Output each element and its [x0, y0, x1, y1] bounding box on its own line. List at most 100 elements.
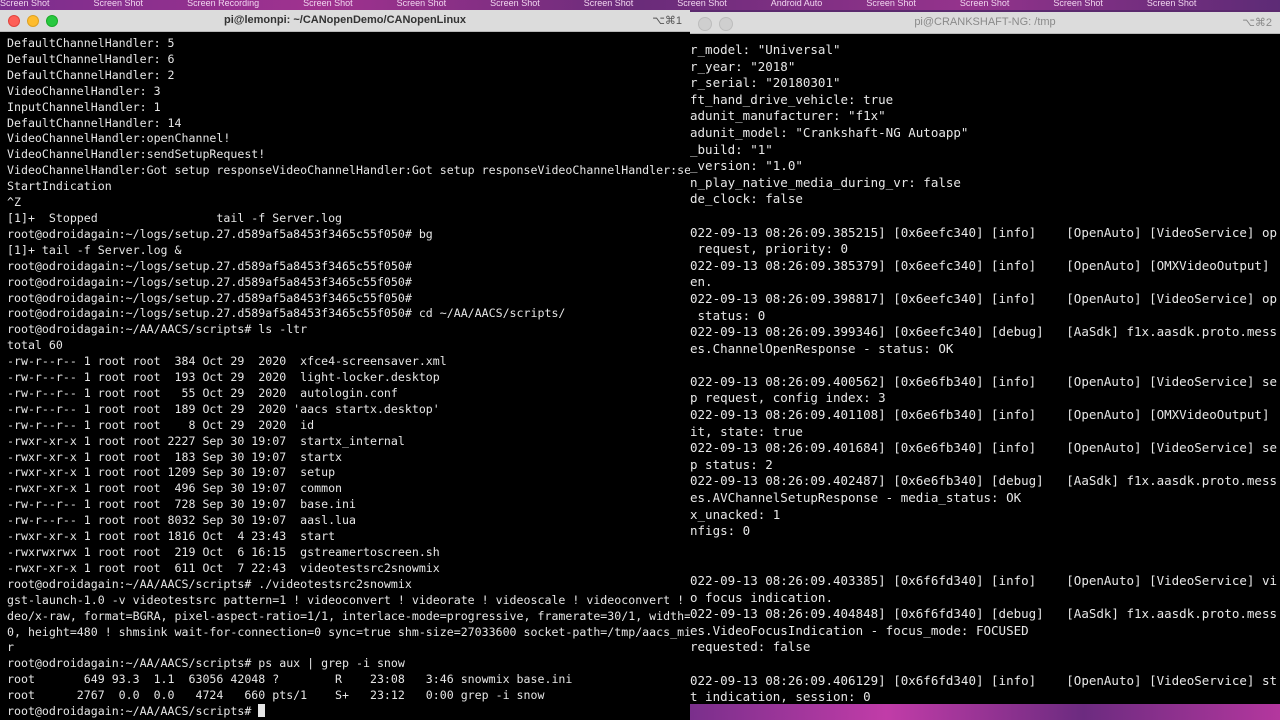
- terminal-line: -rwxr-xr-x 1 root root 496 Sep 30 19:07 …: [7, 481, 343, 496]
- titlebar[interactable]: pi@lemonpi: ~/CANopenDemo/CANopenLinux ⌥…: [0, 10, 690, 32]
- terminal-line: -rw-r--r-- 1 root root 55 Oct 29 2020 au…: [7, 385, 398, 400]
- desktop-file-label[interactable]: Screen Shot: [1053, 0, 1103, 8]
- terminal-line: StartIndication: [7, 179, 112, 194]
- terminal-line: _version: "1.0": [690, 158, 803, 174]
- terminal-line: VideoChannelHandler:openChannel!: [7, 131, 231, 146]
- desktop-file-label[interactable]: Android Auto: [771, 0, 823, 8]
- terminal-line: r: [7, 640, 14, 655]
- terminal-line: r_serial: "20180301": [690, 75, 841, 91]
- terminal-line: -rwxr-xr-x 1 root root 611 Oct 7 22:43 v…: [7, 560, 440, 575]
- terminal-line: -rwxrwxrwx 1 root root 219 Oct 6 16:15 g…: [7, 545, 440, 559]
- terminal-line: 022-09-13 08:26:09.398817] [0x6eefc340] …: [690, 290, 1277, 306]
- terminal-line: 0, height=480 ! shmsink wait-for-connect…: [7, 624, 690, 639]
- terminal-line: 022-09-13 08:26:09.406129] [0x6f6fd340] …: [690, 672, 1277, 688]
- window-title: pi@CRANKSHAFT-NG: /tmp: [914, 16, 1056, 28]
- desktop-file-label[interactable]: Screen Shot: [0, 0, 50, 8]
- terminal-line: es.ChannelOpenResponse - status: OK: [690, 340, 954, 356]
- terminal-line: -rw-r--r-- 1 root root 193 Oct 29 2020 l…: [7, 370, 440, 385]
- terminal-line: -rw-r--r-- 1 root root 8032 Sep 30 19:07…: [7, 513, 357, 528]
- terminal-line: -rw-r--r-- 1 root root 8 Oct 29 2020 id: [7, 417, 315, 432]
- terminal-line: -rw-r--r-- 1 root root 728 Sep 30 19:07 …: [7, 497, 357, 512]
- terminal-line: -rw-r--r-- 1 root root 189 Oct 29 2020 '…: [7, 401, 440, 416]
- terminal-line: DefaultChannelHandler: 14: [7, 115, 182, 130]
- terminal-line: status: 0: [690, 307, 766, 323]
- terminal-line: 022-09-13 08:26:09.399346] [0x6eefc340] …: [690, 324, 1277, 340]
- text-cursor: [258, 704, 266, 718]
- desktop-file-label[interactable]: Screen Shot: [490, 0, 540, 8]
- terminal-line: es.AVChannelSetupResponse - media_status…: [690, 490, 1022, 506]
- terminal-line: -rwxr-xr-x 1 root root 2227 Sep 30 19:07…: [7, 433, 405, 448]
- terminal-line: 022-09-13 08:26:09.402487] [0x6e6fb340] …: [690, 473, 1277, 489]
- desktop-file-label[interactable]: Screen Shot: [677, 0, 727, 8]
- terminal-line: 022-09-13 08:26:09.401108] [0x6e6fb340] …: [690, 407, 1270, 423]
- terminal-line: root@odroidagain:~/AA/AACS/scripts# ls -…: [7, 322, 308, 337]
- terminal-window-crankshaft[interactable]: pi@CRANKSHAFT-NG: /tmp ⌥⌘2 r_model: "Uni…: [690, 12, 1280, 704]
- terminal-line: 022-09-13 08:26:09.401684] [0x6e6fb340] …: [690, 440, 1277, 456]
- terminal-line: root@odroidagain:~/logs/setup.27.d589af5…: [7, 306, 566, 321]
- desktop-icon-labels: Screen Shot Screen Shot Screen Recording Sc…: [0, 0, 1280, 8]
- terminal-output[interactable]: DefaultChannelHandler: 5 DefaultChannelHa…: [0, 32, 690, 720]
- terminal-line: gst-launch-1.0 -v videotestsrc pattern=1…: [7, 592, 690, 607]
- terminal-line: root 649 93.3 1.1 63056 42048 ? R 23:08 …: [7, 672, 573, 687]
- terminal-line: t indication, session: 0: [690, 689, 871, 704]
- terminal-line: -rwxr-xr-x 1 root root 1209 Sep 30 19:07…: [7, 465, 336, 480]
- terminal-window-lemonpi[interactable]: pi@lemonpi: ~/CANopenDemo/CANopenLinux ⌥…: [0, 10, 690, 720]
- terminal-line: p status: 2: [690, 456, 773, 472]
- desktop-file-label[interactable]: Screen Shot: [303, 0, 353, 8]
- terminal-line: VideoChannelHandler:Got setup responseVi…: [7, 163, 690, 178]
- terminal-line: DefaultChannelHandler: 5: [7, 36, 175, 50]
- terminal-line: deo/x-raw, format=BGRA, pixel-aspect-rat…: [7, 608, 690, 623]
- terminal-line: InputChannelHandler: 1: [7, 99, 161, 114]
- terminal-line: root@odroidagain:~/logs/setup.27.d589af5…: [7, 274, 412, 289]
- desktop-file-label[interactable]: Screen Shot: [1147, 0, 1197, 8]
- terminal-line: _build: "1": [690, 141, 773, 157]
- terminal-line: ^Z: [7, 195, 21, 210]
- window-title: pi@lemonpi: ~/CANopenDemo/CANopenLinux: [223, 14, 467, 26]
- terminal-line: adunit_model: "Crankshaft-NG Autoapp": [690, 124, 969, 140]
- terminal-line: DefaultChannelHandler: 6: [7, 51, 175, 66]
- desktop-file-label[interactable]: Screen Shot: [397, 0, 447, 8]
- terminal-line: root@odroidagain:~/AA/AACS/scripts# ./vi…: [7, 576, 412, 591]
- terminal-line: r_year: "2018": [690, 58, 796, 74]
- terminal-line: nfigs: 0: [690, 523, 751, 539]
- terminal-line: -rwxr-xr-x 1 root root 1816 Oct 4 23:43 …: [7, 529, 336, 544]
- terminal-line: VideoChannelHandler:sendSetupRequest!: [7, 147, 266, 162]
- terminal-line: root 2767 0.0 0.0 4724 660 pts/1 S+ 23:1…: [7, 688, 545, 703]
- desktop-file-label[interactable]: Screen Shot: [94, 0, 144, 8]
- terminal-line: DefaultChannelHandler: 2: [7, 67, 175, 82]
- terminal-line: ft_hand_drive_vehicle: true: [690, 91, 894, 107]
- desktop-file-label[interactable]: Screen Recording: [187, 0, 259, 8]
- terminal-line: x_unacked: 1: [690, 506, 781, 522]
- terminal-line: root@odroidagain:~/logs/setup.27.d589af5…: [7, 290, 412, 305]
- terminal-line: 022-09-13 08:26:09.400562] [0x6e6fb340] …: [690, 373, 1277, 389]
- terminal-line: adunit_manufacturer: "f1x": [690, 108, 886, 124]
- terminal-line: p request, config index: 3: [690, 390, 886, 406]
- terminal-line: en.: [690, 274, 713, 290]
- terminal-line: request, priority: 0: [690, 241, 849, 257]
- terminal-line: 022-09-13 08:26:09.385379] [0x6eefc340] …: [690, 257, 1270, 273]
- terminal-output[interactable]: r_model: "Universal" r_year: "2018" r_seri…: [690, 34, 1280, 704]
- terminal-line: VideoChannelHandler: 3: [7, 83, 161, 98]
- terminal-line: n_play_native_media_during_vr: false: [690, 174, 961, 190]
- terminal-line: -rw-r--r-- 1 root root 384 Oct 29 2020 x…: [7, 354, 447, 369]
- terminal-line: [1]+ Stopped tail -f Server.log: [7, 210, 343, 225]
- desktop-file-label[interactable]: Screen Shot: [866, 0, 916, 8]
- terminal-line: 022-09-13 08:26:09.385215] [0x6eefc340] …: [690, 224, 1277, 240]
- terminal-line: it, state: true: [690, 423, 803, 439]
- terminal-line: root@odroidagain:~/AA/AACS/scripts# ps a…: [7, 656, 405, 671]
- terminal-line: requested: false: [690, 639, 811, 655]
- terminal-line: [1]+ tail -f Server.log &: [7, 242, 182, 257]
- terminal-line: root@odroidagain:~/AA/AACS/scripts#: [7, 704, 690, 720]
- window-shortcut: ⌥⌘2: [1242, 17, 1272, 29]
- desktop-file-label[interactable]: Screen Shot: [960, 0, 1010, 8]
- terminal-line: 022-09-13 08:26:09.403385] [0x6f6fd340] …: [690, 573, 1277, 588]
- terminal-line: es.VideoFocusIndication - focus_mode: FO…: [690, 622, 1029, 638]
- terminal-line: -rwxr-xr-x 1 root root 183 Sep 30 19:07 …: [7, 449, 343, 464]
- titlebar[interactable]: pi@CRANKSHAFT-NG: /tmp ⌥⌘2: [690, 12, 1280, 34]
- desktop-file-label[interactable]: Screen Shot: [584, 0, 634, 8]
